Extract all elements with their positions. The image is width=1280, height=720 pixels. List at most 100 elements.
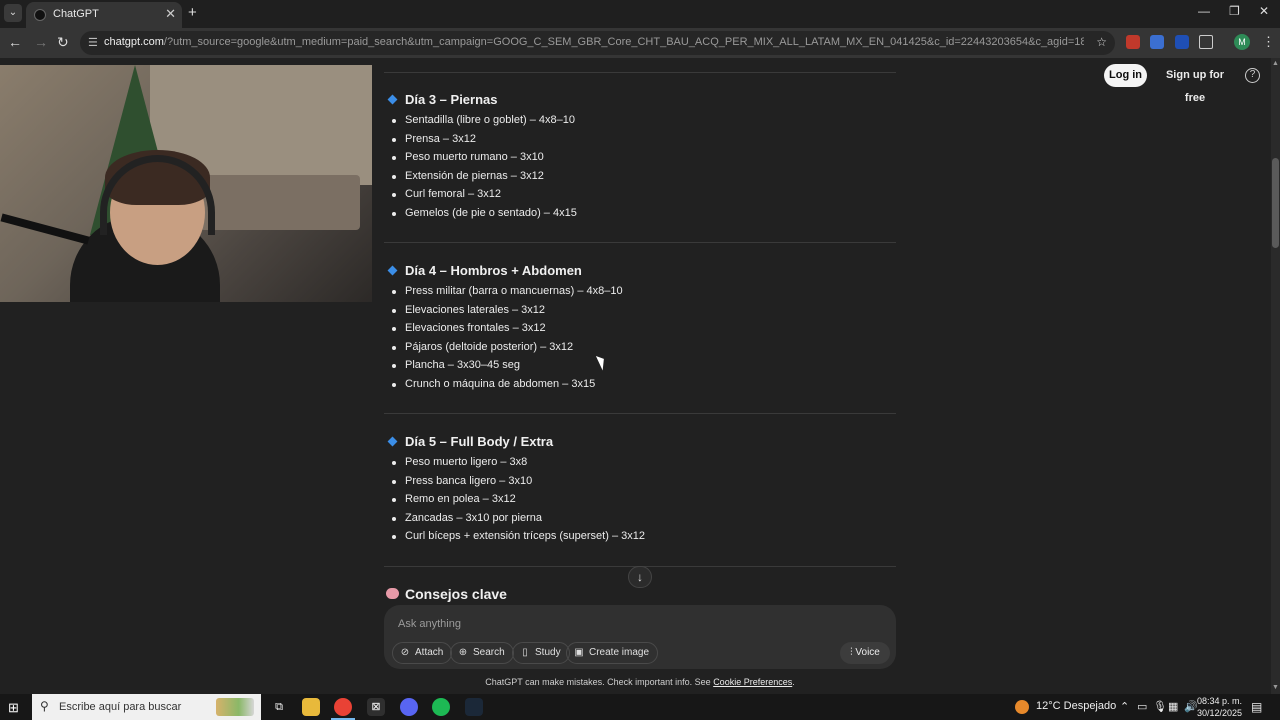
scroll-up-arrow-icon[interactable]: ▲	[1272, 60, 1279, 67]
list-item: Gemelos (de pie o sentado) – 4x15	[386, 204, 896, 223]
weather-text[interactable]: 12°C Despejado	[1036, 700, 1116, 712]
tab-search-menu-icon[interactable]: ⌄	[4, 4, 22, 22]
blue-diamond-icon	[387, 94, 398, 105]
scroll-down-arrow-icon[interactable]: ▼	[1272, 684, 1279, 691]
section-title: Día 5 – Full Body / Extra	[405, 434, 554, 449]
webcam-microphone	[0, 213, 90, 245]
back-icon[interactable]: ←	[8, 34, 22, 50]
discord-icon[interactable]	[400, 698, 418, 716]
tab-title: ChatGPT	[53, 8, 99, 20]
browser-tab[interactable]: ChatGPT ✕	[26, 2, 182, 28]
app-icon[interactable]: ⊠	[367, 698, 385, 716]
reload-icon[interactable]: ↻	[57, 34, 69, 51]
url-text: chatgpt.com/?utm_source=google&utm_mediu…	[104, 36, 1084, 48]
section-title: Día 4 – Hombros + Abdomen	[405, 263, 582, 278]
signup-button[interactable]: Sign up for free	[1156, 64, 1234, 104]
cookie-preferences-link[interactable]: Cookie Preferences	[713, 677, 792, 687]
list-item: Elevaciones frontales – 3x12	[386, 319, 896, 338]
login-button[interactable]: Log in	[1104, 64, 1147, 87]
scroll-to-bottom-button[interactable]: ↓	[628, 566, 652, 588]
weather-icon[interactable]	[1015, 700, 1029, 714]
study-button[interactable]: ▯ Study	[512, 642, 570, 664]
scrollbar-thumb[interactable]	[1272, 158, 1279, 248]
extension-blue-icon[interactable]	[1175, 35, 1189, 49]
task-view-icon[interactable]: ⧉	[270, 698, 288, 716]
microphone-icon[interactable]: 🎙	[1153, 700, 1167, 713]
taskbar-clock[interactable]: 08:34 p. m. 30/12/2025	[1196, 695, 1242, 719]
webcam-bed	[200, 175, 360, 230]
tips-heading: Consejos clave	[386, 586, 507, 602]
list-item: Press banca ligero – 3x10	[386, 472, 896, 491]
attach-button[interactable]: ⊘ Attach	[392, 642, 453, 664]
section-dia-5: Día 5 – Full Body / Extra Peso muerto li…	[386, 432, 896, 546]
chrome-icon[interactable]	[334, 698, 352, 716]
close-window-icon[interactable]: ✕	[1259, 4, 1269, 18]
chatgpt-favicon-icon	[34, 9, 46, 21]
bookmark-star-icon[interactable]: ☆	[1096, 35, 1107, 49]
close-tab-icon[interactable]: ✕	[165, 6, 176, 22]
clock-date: 30/12/2025	[1196, 708, 1242, 718]
list-item: Curl bíceps + extensión tríceps (superse…	[386, 527, 896, 546]
create-image-button[interactable]: ▣ Create image	[566, 642, 659, 664]
exercise-list: Sentadilla (libre o goblet) – 4x8–10 Pre…	[386, 111, 896, 223]
book-icon: ▯	[522, 647, 528, 658]
section-title: Día 3 – Piernas	[405, 92, 498, 107]
brain-icon	[386, 588, 399, 599]
list-item: Remo en polea – 3x12	[386, 490, 896, 509]
windows-start-icon[interactable]: ⊞	[8, 700, 19, 716]
section-divider	[384, 413, 896, 414]
search-button[interactable]: ⊕ Search	[450, 642, 514, 664]
display-icon[interactable]: ▭	[1137, 700, 1147, 713]
notifications-icon[interactable]: ▤	[1251, 700, 1262, 714]
paperclip-icon: ⊘	[400, 647, 410, 658]
study-label: Study	[535, 647, 561, 658]
search-label: Search	[473, 647, 505, 658]
blue-diamond-icon	[387, 436, 398, 447]
disclaimer-end: .	[792, 677, 795, 687]
taskbar-search-placeholder: Escribe aquí para buscar	[59, 701, 182, 713]
profile-avatar[interactable]: M	[1234, 34, 1250, 50]
steam-icon[interactable]	[465, 698, 483, 716]
search-icon: ⚲	[40, 699, 49, 713]
list-item: Peso muerto rumano – 3x10	[386, 148, 896, 167]
extension-red-icon[interactable]	[1126, 35, 1140, 49]
new-tab-icon[interactable]: +	[188, 4, 197, 21]
file-explorer-icon[interactable]	[302, 698, 320, 716]
extension-translate-icon[interactable]	[1150, 35, 1164, 49]
create-image-label: Create image	[589, 647, 650, 658]
list-item: Crunch o máquina de abdomen – 3x15	[386, 375, 896, 394]
section-divider	[384, 72, 896, 73]
forward-icon[interactable]: →	[34, 34, 48, 50]
message-composer: ⊘ Attach ⊕ Search ▯ Study ▣ Create image ⫶ V…	[384, 605, 896, 669]
list-item: Press militar (barra o mancuernas) – 4x8…	[386, 282, 896, 301]
extensions-puzzle-icon[interactable]	[1199, 35, 1213, 49]
list-item: Peso muerto ligero – 3x8	[386, 453, 896, 472]
section-dia-3: Día 3 – Piernas Sentadilla (libre o gobl…	[386, 90, 896, 223]
blue-diamond-icon	[387, 265, 398, 276]
spotify-icon[interactable]	[432, 698, 450, 716]
globe-icon: ⊕	[458, 647, 468, 658]
help-icon[interactable]: ?	[1245, 68, 1260, 83]
url-query: /?utm_source=google&utm_medium=paid_sear…	[163, 36, 1084, 48]
page-scrollbar[interactable]: ▲ ▼	[1271, 58, 1280, 698]
list-item: Elevaciones laterales – 3x12	[386, 301, 896, 320]
browser-menu-icon[interactable]: ⋮	[1262, 34, 1275, 50]
network-icon[interactable]: ▦	[1168, 700, 1178, 713]
site-info-icon[interactable]: ☰	[88, 36, 98, 49]
voice-button[interactable]: ⫶ Voice	[840, 642, 890, 664]
section-heading: Día 4 – Hombros + Abdomen	[386, 261, 896, 281]
exercise-list: Press militar (barra o mancuernas) – 4x8…	[386, 282, 896, 394]
minimize-icon[interactable]: —	[1198, 4, 1210, 18]
exercise-list: Peso muerto ligero – 3x8 Press banca lig…	[386, 453, 896, 546]
address-bar[interactable]: ☰ chatgpt.com/?utm_source=google&utm_med…	[80, 31, 1115, 55]
message-input[interactable]	[398, 615, 878, 633]
browser-nav-bar: ← → ↻ ☰ chatgpt.com/?utm_source=google&u…	[0, 28, 1280, 58]
image-icon: ▣	[574, 647, 584, 658]
taskbar-search[interactable]: ⚲ Escribe aquí para buscar	[32, 694, 261, 720]
show-hidden-icons-icon[interactable]: ⌃	[1120, 700, 1129, 713]
restore-icon[interactable]: ❐	[1229, 4, 1240, 18]
section-heading: Día 3 – Piernas	[386, 90, 896, 110]
list-item: Curl femoral – 3x12	[386, 185, 896, 204]
url-host: chatgpt.com	[104, 36, 164, 48]
voice-label: Voice	[855, 647, 880, 658]
